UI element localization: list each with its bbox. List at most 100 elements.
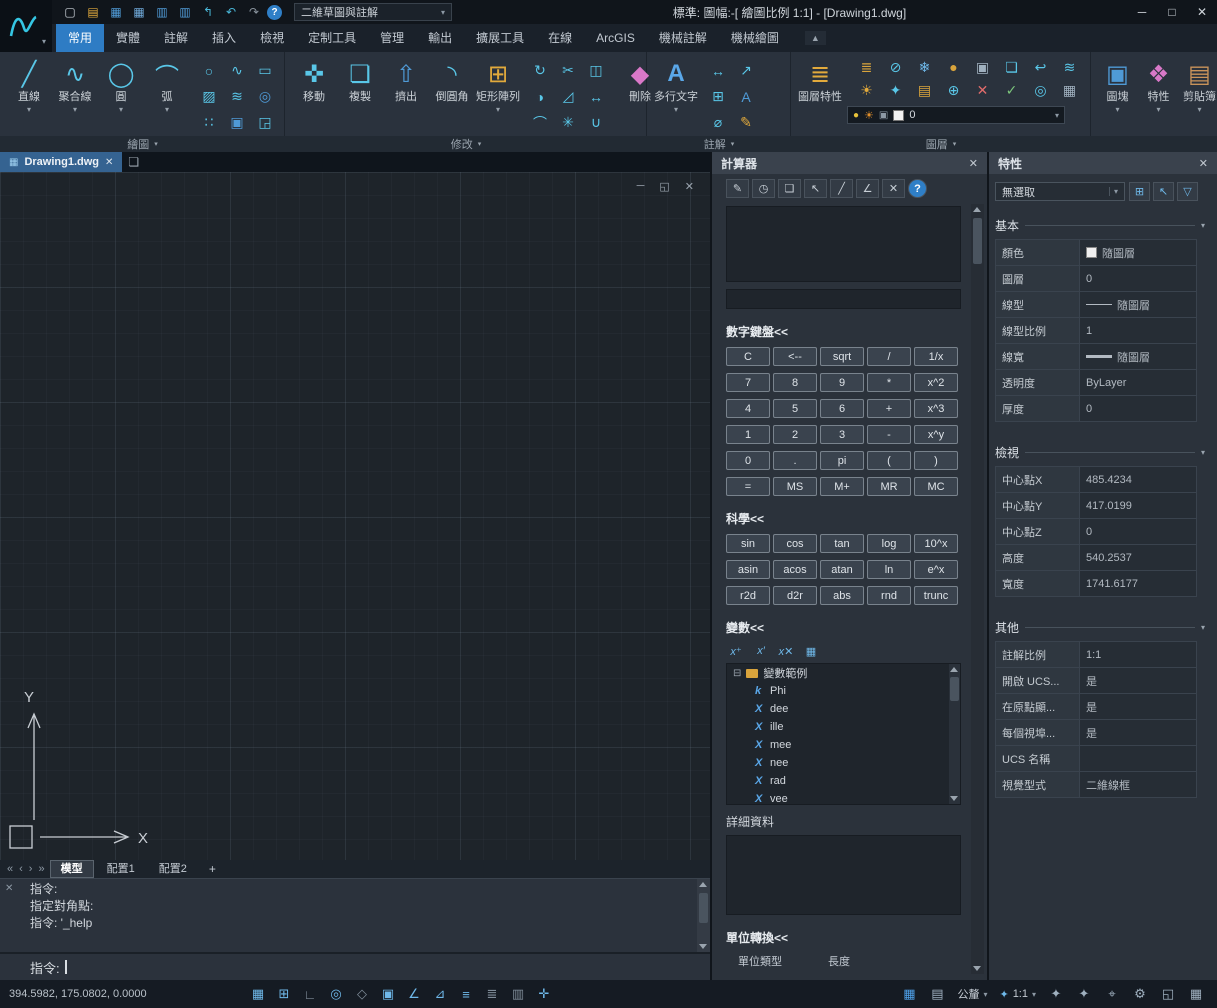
property-value[interactable]: 隨圖層 bbox=[1080, 292, 1196, 317]
offset-icon[interactable]: ◫ bbox=[583, 58, 609, 83]
calc-key-equals[interactable]: = bbox=[726, 477, 770, 496]
model-space-icon[interactable]: ▦ bbox=[897, 984, 921, 1004]
variable-item-rad[interactable]: Xrad bbox=[727, 772, 960, 790]
markup-icon[interactable]: ✎ bbox=[733, 110, 759, 135]
ribbon-tab-express-tools[interactable]: 擴展工具 bbox=[464, 24, 536, 52]
property-value[interactable]: 是 bbox=[1080, 720, 1196, 745]
polyline-button[interactable]: ∿聚合線▾ bbox=[52, 54, 98, 134]
circle-button[interactable]: ◯圓▾ bbox=[98, 54, 144, 134]
hatch-icon[interactable]: ▨ bbox=[196, 84, 222, 109]
property-value[interactable]: 417.0199 bbox=[1080, 493, 1196, 518]
paste-to-command-icon[interactable]: ❏ bbox=[778, 179, 801, 198]
region-icon[interactable]: ▣ bbox=[224, 110, 250, 135]
doc-restore-button[interactable]: ◱ bbox=[659, 180, 669, 193]
join-icon[interactable]: ∪ bbox=[583, 110, 609, 135]
publish-icon[interactable]: ▥ bbox=[175, 3, 195, 21]
ribbon-tab-online[interactable]: 在線 bbox=[536, 24, 584, 52]
close-button[interactable]: ✕ bbox=[1187, 1, 1217, 23]
units-dropdown[interactable]: 公釐▾ bbox=[952, 986, 992, 1002]
stretch-icon[interactable]: ↔ bbox=[583, 84, 609, 109]
workspace-switching-icon[interactable]: ⚙ bbox=[1128, 984, 1152, 1004]
last-layout-icon[interactable]: » bbox=[35, 863, 47, 875]
table-icon[interactable]: ⊞ bbox=[705, 84, 731, 109]
calc-key-6[interactable]: 6 bbox=[820, 399, 864, 418]
property-value[interactable]: 是 bbox=[1080, 694, 1196, 719]
maximize-button[interactable]: □ bbox=[1157, 1, 1187, 23]
ellipse-icon[interactable]: ○ bbox=[196, 58, 222, 83]
open-file-icon[interactable]: ▤ bbox=[83, 3, 103, 21]
calc-key-0[interactable]: 0 bbox=[726, 451, 770, 470]
scroll-up-icon[interactable] bbox=[699, 882, 707, 887]
new-file-icon[interactable]: ▢ bbox=[60, 3, 80, 21]
calc-key-square[interactable]: x^2 bbox=[914, 373, 958, 392]
distance-between-points-icon[interactable]: ╱ bbox=[830, 179, 853, 198]
scroll-up-icon[interactable] bbox=[973, 207, 981, 212]
move-button[interactable]: ✜移動 bbox=[291, 54, 337, 134]
calc-key-9[interactable]: 9 bbox=[820, 373, 864, 392]
panel-label-draw[interactable]: 繪圖▾ bbox=[0, 136, 285, 152]
scroll-down-icon[interactable] bbox=[699, 944, 707, 949]
calc-key-5[interactable]: 5 bbox=[773, 399, 817, 418]
calc-key-e-power[interactable]: e^x bbox=[914, 560, 958, 579]
calc-key-4[interactable]: 4 bbox=[726, 399, 770, 418]
calculator-input-icon[interactable]: ▦ bbox=[801, 643, 821, 659]
calc-key-divide[interactable]: / bbox=[867, 347, 911, 366]
object-snap-icon[interactable]: ▣ bbox=[376, 984, 400, 1004]
selection-cycling-icon[interactable]: ✛ bbox=[532, 984, 556, 1004]
layer-merge-icon[interactable]: ⊕ bbox=[940, 79, 967, 101]
layer-previous-icon[interactable]: ↩ bbox=[1027, 56, 1054, 78]
copy-button[interactable]: ❏複製 bbox=[337, 54, 383, 134]
auto-add-scales-icon[interactable]: ✦ bbox=[1072, 984, 1096, 1004]
mirror-icon[interactable]: ◑ bbox=[527, 84, 553, 109]
layer-properties-button[interactable]: ≣圖層特性 bbox=[797, 54, 843, 134]
save-as-icon[interactable]: ▦ bbox=[129, 3, 149, 21]
save-icon[interactable]: ▦ bbox=[106, 3, 126, 21]
transparency-display-icon[interactable]: ▥ bbox=[506, 984, 530, 1004]
panel-label-annotate[interactable]: 註解▾ bbox=[647, 136, 791, 152]
ribbon-tab-output[interactable]: 輸出 bbox=[416, 24, 464, 52]
property-value[interactable]: 0 bbox=[1080, 266, 1196, 291]
ribbon-collapse-icon[interactable]: ▲ bbox=[805, 31, 826, 45]
calc-key-memory-recall[interactable]: MR bbox=[867, 477, 911, 496]
new-variable-icon[interactable]: x⁺ bbox=[726, 643, 746, 659]
variables-tree[interactable]: ⊟ 變數範例 kPhiXdeeXilleXmeeXneeXradXvee bbox=[726, 663, 961, 805]
property-value[interactable]: 0 bbox=[1080, 519, 1196, 544]
ribbon-tab-insert[interactable]: 插入 bbox=[200, 24, 248, 52]
rectangle-icon[interactable]: ▭ bbox=[252, 58, 278, 83]
panel-label-modify[interactable]: 修改▾ bbox=[285, 136, 647, 152]
units-section-header[interactable]: 單位轉換<< bbox=[726, 929, 961, 946]
layout-tab-layout2[interactable]: 配置2 bbox=[148, 860, 198, 878]
select-objects-icon[interactable]: ↖ bbox=[1153, 182, 1174, 201]
variable-item-mee[interactable]: Xmee bbox=[727, 736, 960, 754]
layout-tab-layout1[interactable]: 配置1 bbox=[96, 860, 146, 878]
property-value[interactable]: 二維線框 bbox=[1080, 772, 1196, 797]
spline-icon[interactable]: ∿ bbox=[224, 58, 250, 83]
panel-label-layers[interactable]: 圖層▾ bbox=[791, 136, 1091, 152]
layer-unisolate-icon[interactable]: ◎ bbox=[1027, 79, 1054, 101]
help-icon[interactable]: ? bbox=[267, 5, 282, 20]
dim-style-icon[interactable]: ⌀ bbox=[705, 110, 731, 135]
point-icon[interactable]: ∷ bbox=[196, 110, 222, 135]
isometric-drafting-icon[interactable]: ◇ bbox=[350, 984, 374, 1004]
variable-item-ille[interactable]: Xille bbox=[727, 718, 960, 736]
layer-walk-icon[interactable]: ≋ bbox=[1056, 56, 1083, 78]
scrollbar-thumb[interactable] bbox=[699, 893, 708, 923]
mtext-button[interactable]: A多行文字▾ bbox=[653, 54, 699, 134]
calc-key-clear[interactable]: C bbox=[726, 347, 770, 366]
quick-select-icon[interactable]: ▽ bbox=[1177, 182, 1198, 201]
property-value[interactable]: 0 bbox=[1080, 396, 1196, 421]
calc-key-inverse[interactable]: 1/x bbox=[914, 347, 958, 366]
next-layout-icon[interactable]: › bbox=[26, 863, 36, 875]
redo-icon[interactable]: ↷ bbox=[244, 3, 264, 21]
numpad-section-header[interactable]: 數字鍵盤<< bbox=[726, 323, 961, 340]
layer-freeze-icon[interactable]: ❄ bbox=[911, 56, 938, 78]
rect-array-button[interactable]: ⊞矩形陣列▾ bbox=[475, 54, 521, 134]
calc-key-ten-power[interactable]: 10^x bbox=[914, 534, 958, 553]
workspace-dropdown[interactable]: 二維草圖與註解 ▾ bbox=[294, 3, 452, 21]
collapse-section-icon[interactable]: ▾ bbox=[1201, 623, 1205, 632]
command-scrollbar[interactable] bbox=[697, 879, 710, 952]
dimension-icon[interactable]: ↔ bbox=[705, 58, 731, 83]
calc-key-pi[interactable]: pi bbox=[820, 451, 864, 470]
layer-match-icon[interactable]: ▤ bbox=[911, 79, 938, 101]
wipeout-icon[interactable]: ◲ bbox=[252, 110, 278, 135]
